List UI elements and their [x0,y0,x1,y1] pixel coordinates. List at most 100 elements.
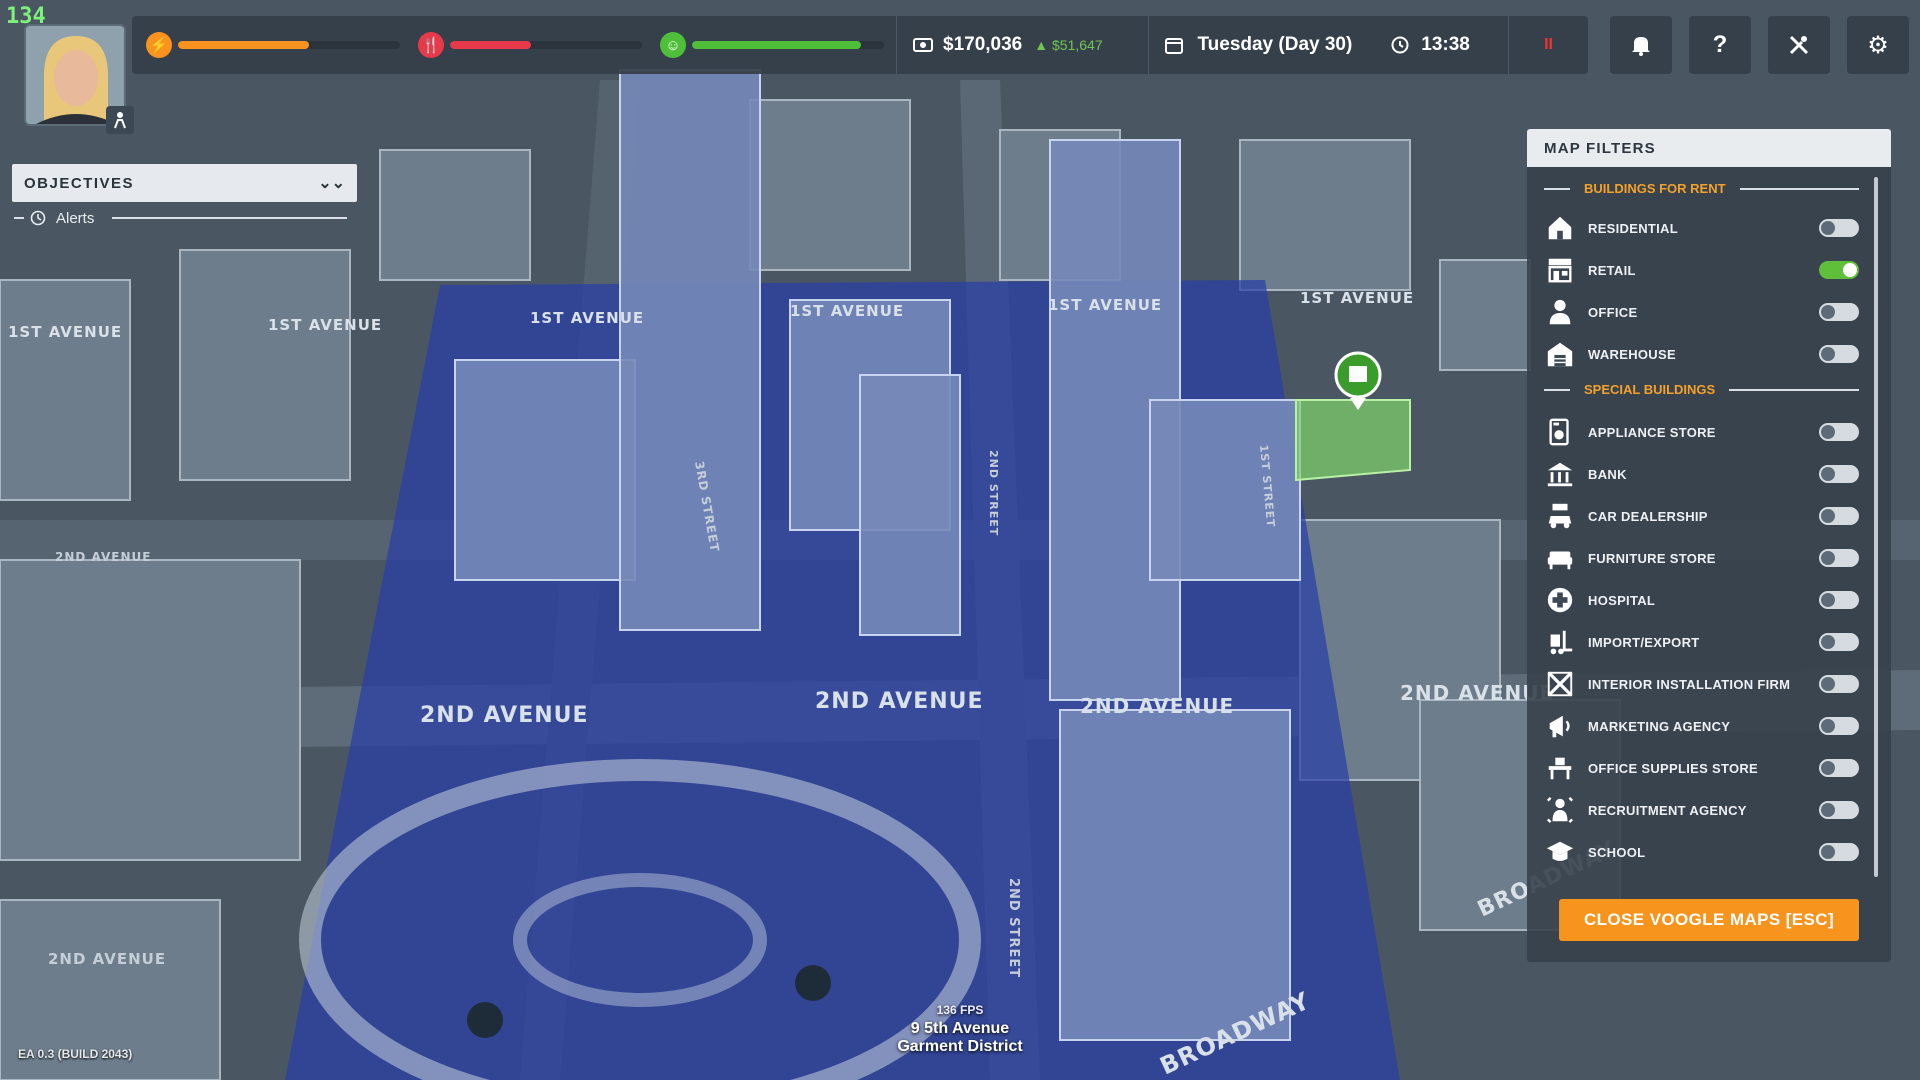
filter-label: SCHOOL [1588,844,1646,860]
energy-bar-fill [178,41,309,49]
filter-row-office-supplies-store[interactable]: OFFICE SUPPLIES STORE [1544,747,1859,789]
filter-toggle[interactable] [1819,675,1859,693]
date-text: Tuesday (Day 30) [1197,34,1353,55]
graduation-cap-icon [1544,836,1576,868]
help-button[interactable]: ? [1689,16,1751,74]
close-maps-button[interactable]: CLOSE VOOGLE MAPS [ESC] [1559,899,1859,941]
street-label-1st-ave: 1ST AVENUE [530,309,644,327]
filter-toggle[interactable] [1819,465,1859,483]
street-label-1st-ave: 1ST AVENUE [8,323,122,341]
filter-row-recruitment-agency[interactable]: RECRUITMENT AGENCY [1544,789,1859,831]
filter-toggle[interactable] [1819,507,1859,525]
filter-toggle[interactable] [1819,759,1859,777]
section-title: SPECIAL BUILDINGS [1584,382,1716,397]
toggle-knob [1821,425,1835,439]
gear-icon: ⚙ [1867,31,1889,59]
appliance-icon [1544,416,1576,448]
filter-toggle[interactable] [1819,303,1859,321]
filter-row-import-export[interactable]: IMPORT/EXPORT [1544,621,1859,663]
filter-label: OFFICE SUPPLIES STORE [1588,760,1759,776]
section-buildings-for-rent: BUILDINGS FOR RENT [1544,181,1859,196]
toggle-knob [1843,263,1857,277]
fps-counter: 134 [6,4,46,29]
pause-button[interactable]: II [1508,16,1588,74]
build-version: EA 0.3 (BUILD 2043) [18,1047,133,1061]
filter-row-car-dealership[interactable]: CAR DEALERSHIP [1544,495,1859,537]
filter-toggle[interactable] [1819,717,1859,735]
settings-button[interactable]: ⚙ [1847,16,1909,74]
calendar-icon [1165,38,1184,54]
toggle-knob [1821,509,1835,523]
clock-icon [1391,36,1409,54]
objectives-panel-header[interactable]: OBJECTIVES ⌄⌄ [12,164,357,202]
filter-toggle[interactable] [1819,345,1859,363]
car-sale-icon [1544,500,1576,532]
filter-toggle[interactable] [1819,801,1859,819]
happiness-meter: ☺ [660,16,884,74]
filter-toggle[interactable] [1819,219,1859,237]
filter-row-office[interactable]: OFFICE [1544,291,1859,333]
filter-toggle[interactable] [1819,261,1859,279]
section-special-buildings: SPECIAL BUILDINGS [1544,382,1859,397]
money-amount: $170,036 [943,34,1023,55]
megaphone-icon [1544,710,1576,742]
street-label-2nd-ave: 2ND AVENUE [1080,694,1234,718]
filter-row-retail[interactable]: RETAIL [1544,249,1859,291]
filter-label: RESIDENTIAL [1588,220,1678,236]
money-display[interactable]: $170,036 ▲ $51,647 [896,16,1148,74]
build-mode-button[interactable] [1768,16,1830,74]
filter-label: RETAIL [1588,262,1636,278]
map-filters-panel: MAP FILTERS BUILDINGS FOR RENT RESIDENTI… [1527,129,1891,962]
filter-toggle[interactable] [1819,591,1859,609]
warehouse-icon [1544,338,1576,370]
toggle-knob [1821,347,1835,361]
filter-label: APPLIANCE STORE [1588,424,1716,440]
objectives-title: OBJECTIVES [24,174,135,192]
filter-label: MARKETING AGENCY [1588,718,1731,734]
toggle-knob [1821,803,1835,817]
filter-row-marketing-agency[interactable]: MARKETING AGENCY [1544,705,1859,747]
filter-row-warehouse[interactable]: WAREHOUSE [1544,333,1859,375]
filter-label: OFFICE [1588,304,1638,320]
filter-row-furniture-store[interactable]: FURNITURE STORE [1544,537,1859,579]
filter-row-residential[interactable]: RESIDENTIAL [1544,207,1859,249]
character-status-icon[interactable] [106,106,134,134]
filter-row-hospital[interactable]: HOSPITAL [1544,579,1859,621]
filter-toggle[interactable] [1819,843,1859,861]
street-label-2nd-ave: 2ND AVENUE [815,689,984,714]
address-text: 9 5th Avenue [910,1020,1010,1037]
lightning-icon: ⚡ [146,32,172,58]
filter-label: BANK [1588,466,1627,482]
notifications-button[interactable] [1610,16,1672,74]
top-status-bar: ⚡ 🍴 ☺ $170,036 ▲ $51,647 Tuesday (Day 30… [132,16,1588,74]
office-worker-icon [1544,296,1576,328]
bell-icon [1632,37,1650,56]
filter-row-bank[interactable]: BANK [1544,453,1859,495]
filter-toggle[interactable] [1819,633,1859,651]
collapse-chevron-icon[interactable]: ⌄⌄ [318,173,345,193]
filter-toggle[interactable] [1819,549,1859,567]
district-text: Garment District [897,1038,1023,1055]
pause-icon: II [1544,36,1553,53]
street-label-1st-ave: 1ST AVENUE [1048,296,1162,314]
alerts-row[interactable]: Alerts [14,207,348,229]
filter-row-school[interactable]: SCHOOL [1544,831,1859,873]
filters-scrollbar[interactable] [1874,177,1878,877]
filter-label: IMPORT/EXPORT [1588,634,1700,650]
cash-icon [913,38,933,52]
toggle-knob [1821,593,1835,607]
street-label-2nd-st: 2ND STREET [1006,878,1021,978]
toggle-knob [1821,677,1835,691]
filter-row-appliance-store[interactable]: APPLIANCE STORE [1544,411,1859,453]
time-text: 13:38 [1421,34,1470,55]
filter-row-interior-installation-firm[interactable]: INTERIOR INSTALLATION FIRM [1544,663,1859,705]
filter-toggle[interactable] [1819,423,1859,441]
map-filters-title: MAP FILTERS [1527,129,1891,167]
street-label-2nd-st: 2ND STREET [987,450,1000,536]
time-display: 13:38 [1375,16,1508,74]
street-label-1st-ave: 1ST AVENUE [1300,289,1414,307]
toggle-knob [1821,635,1835,649]
hunger-meter: 🍴 [418,16,642,74]
toggle-knob [1821,761,1835,775]
bank-icon [1544,458,1576,490]
